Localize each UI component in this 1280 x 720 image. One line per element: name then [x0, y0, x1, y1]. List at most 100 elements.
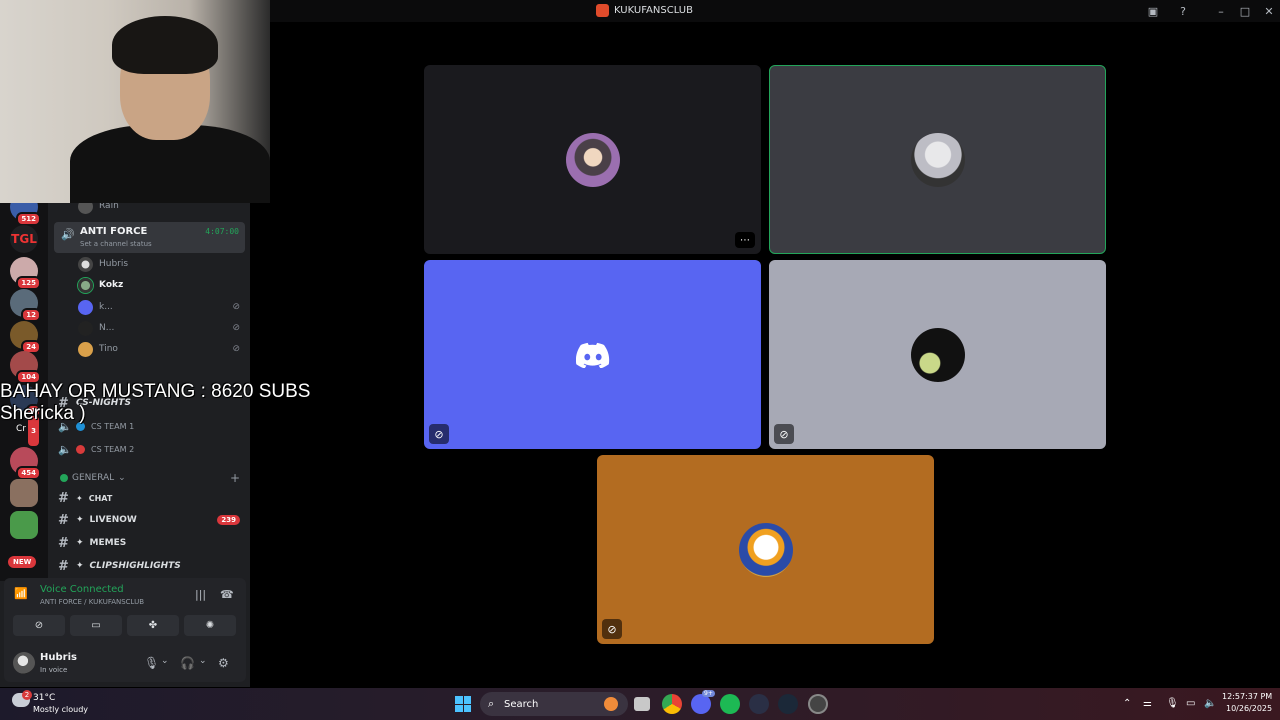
screen: KUKUFANSCLUB ▣ ? – □ ✕ 512 TGL 125 12 24…	[0, 0, 1280, 720]
participant-tile[interactable]: ⊘	[769, 260, 1106, 449]
channel-clipshighlights[interactable]: # ✦ CLIPSHIGHLIGHTS	[58, 556, 244, 576]
noise-suppression-icon[interactable]: |||	[195, 588, 206, 601]
channel-name: CS TEAM 1	[91, 421, 135, 431]
user-name[interactable]: Hubris	[40, 652, 77, 663]
chevron-down-icon: ⌄	[118, 473, 126, 483]
avatar	[78, 320, 93, 336]
voice-channel-name: ANTI FORCE	[80, 226, 148, 237]
show-hidden-icons-chevron[interactable]: ⌃	[1123, 698, 1131, 709]
server-icon[interactable]: 12	[10, 289, 41, 322]
member-name: N...	[99, 323, 115, 333]
channel-name: CLIPSHIGHLIGHTS	[89, 561, 181, 571]
new-servers-badge[interactable]: NEW	[8, 556, 37, 568]
maximize-button[interactable]: □	[1237, 3, 1253, 19]
discord-taskbar-icon[interactable]: 9+	[691, 690, 715, 714]
voice-member[interactable]: Rain	[78, 203, 242, 215]
help-icon[interactable]: ?	[1175, 3, 1191, 19]
clock-date[interactable]: 10/26/2025	[1226, 704, 1272, 713]
minimize-button[interactable]: –	[1213, 3, 1229, 19]
channel-name: MEMES	[89, 538, 127, 548]
headphones-icon[interactable]: 🎧	[180, 656, 195, 670]
voice-member-tino[interactable]: Tino ⊘	[78, 340, 242, 358]
avatar	[78, 277, 93, 293]
microphone-tray-icon[interactable]: 🎙	[1166, 698, 1179, 709]
participant-avatar	[738, 522, 793, 577]
add-channel-icon[interactable]: +	[230, 471, 240, 485]
server-mention-badge: 125	[16, 276, 41, 290]
camera-off-button[interactable]: ⊘	[13, 615, 65, 636]
green-dot-icon	[60, 474, 68, 482]
participant-tile-speaking[interactable]	[769, 65, 1106, 254]
server-icon[interactable]: 24	[10, 321, 41, 354]
steam-icon[interactable]	[778, 694, 798, 714]
connection-signal-icon[interactable]: 📶	[14, 587, 32, 605]
taskbar-search[interactable]: ⌕ Search	[480, 692, 628, 716]
network-icon[interactable]: ⚌	[1143, 698, 1152, 709]
sparkle-icon: ✦	[76, 561, 84, 571]
task-view-icon[interactable]	[634, 697, 650, 711]
voice-member[interactable]: N... ⊘	[78, 319, 242, 337]
muted-icon: ⊘	[602, 619, 622, 639]
screen-share-button[interactable]: ▭	[70, 615, 122, 636]
participant-tile[interactable]: ⊘	[597, 455, 934, 644]
start-button[interactable]	[455, 696, 471, 712]
unread-badge: 239	[217, 515, 240, 525]
category-name: GENERAL	[72, 473, 115, 483]
voice-channel-timer: 4:07:00	[205, 227, 239, 236]
muted-icon: ⊘	[774, 424, 794, 444]
voice-connected-location[interactable]: ANTI FORCE / KUKUFANSCLUB	[40, 598, 144, 606]
window-title-text: KUKUFANSCLUB	[614, 5, 693, 16]
voice-connected-label[interactable]: Voice Connected	[40, 584, 124, 595]
voice-channel-anti-force[interactable]: 🔊 ANTI FORCE 4:07:00 Set a channel statu…	[54, 222, 245, 253]
server-icon[interactable]: 104	[10, 351, 41, 384]
settings-gear-icon[interactable]: ⚙	[218, 656, 229, 670]
app-icon[interactable]	[749, 694, 769, 714]
close-button[interactable]: ✕	[1261, 3, 1277, 19]
search-highlight-icon	[604, 697, 618, 711]
chevron-down-icon[interactable]: ⌄	[161, 656, 169, 666]
disconnect-icon[interactable]: ☎	[220, 588, 234, 601]
muted-icon: ⊘	[232, 302, 240, 312]
speaker-icon: 🔈	[58, 442, 72, 456]
display-icon[interactable]: ▭	[1186, 698, 1195, 709]
soundboard-button[interactable]: ✺	[184, 615, 236, 636]
server-icon-tgl[interactable]: TGL	[10, 225, 38, 253]
volume-icon[interactable]: 🔈	[1204, 698, 1216, 709]
search-icon: ⌕	[488, 697, 495, 710]
participant-tile[interactable]: ⊘	[424, 260, 761, 449]
server-icon[interactable]: 454	[10, 447, 41, 480]
windows-taskbar: 2 31°C Mostly cloudy ⌕ Search 9+ ⌃ ⚌ 🎙 ▭…	[0, 688, 1280, 720]
channel-name: CHAT	[88, 493, 113, 503]
weather-description[interactable]: Mostly cloudy	[33, 705, 88, 714]
stream-overlay-name: Shericka )	[0, 403, 86, 424]
activities-button[interactable]: ✤	[127, 615, 179, 636]
category-general[interactable]: GENERAL ⌄ +	[60, 471, 240, 485]
voice-channel-cs-team-2[interactable]: 🔈 CS TEAM 2	[58, 439, 244, 459]
server-icon[interactable]	[10, 479, 38, 507]
channel-chat[interactable]: # ✦ CHAT	[58, 488, 244, 508]
voice-member[interactable]: k... ⊘	[78, 298, 242, 316]
channel-livenow[interactable]: # ✦ LIVENOW 239	[58, 510, 244, 530]
voice-member-hubris[interactable]: Hubris	[78, 255, 242, 273]
channel-name: CS TEAM 2	[91, 444, 135, 454]
voice-member-kokz[interactable]: Kokz	[78, 276, 242, 294]
muted-icon: ⊘	[232, 323, 240, 333]
spotify-icon[interactable]	[720, 694, 740, 714]
participant-tile[interactable]: ⋯	[424, 65, 761, 254]
channel-status-prompt[interactable]: Set a channel status	[80, 240, 152, 248]
member-name: Rain	[99, 203, 119, 211]
chrome-icon[interactable]	[662, 694, 682, 714]
user-avatar[interactable]	[13, 652, 35, 674]
chevron-down-icon[interactable]: ⌄	[199, 656, 207, 666]
sparkle-icon: ✦	[76, 515, 84, 525]
server-icon[interactable]	[10, 511, 38, 539]
weather-temperature[interactable]: 31°C	[33, 693, 55, 703]
channel-memes[interactable]: # ✦ MEMES	[58, 533, 244, 553]
streamer-webcam	[0, 0, 270, 203]
microphone-icon[interactable]: 🎙	[144, 656, 159, 670]
app-icon[interactable]	[808, 694, 828, 714]
clock-time[interactable]: 12:57:37 PM	[1222, 692, 1272, 701]
inbox-icon[interactable]: ▣	[1145, 3, 1161, 19]
server-icon[interactable]: 125	[10, 257, 41, 290]
more-options-icon[interactable]: ⋯	[735, 232, 755, 248]
